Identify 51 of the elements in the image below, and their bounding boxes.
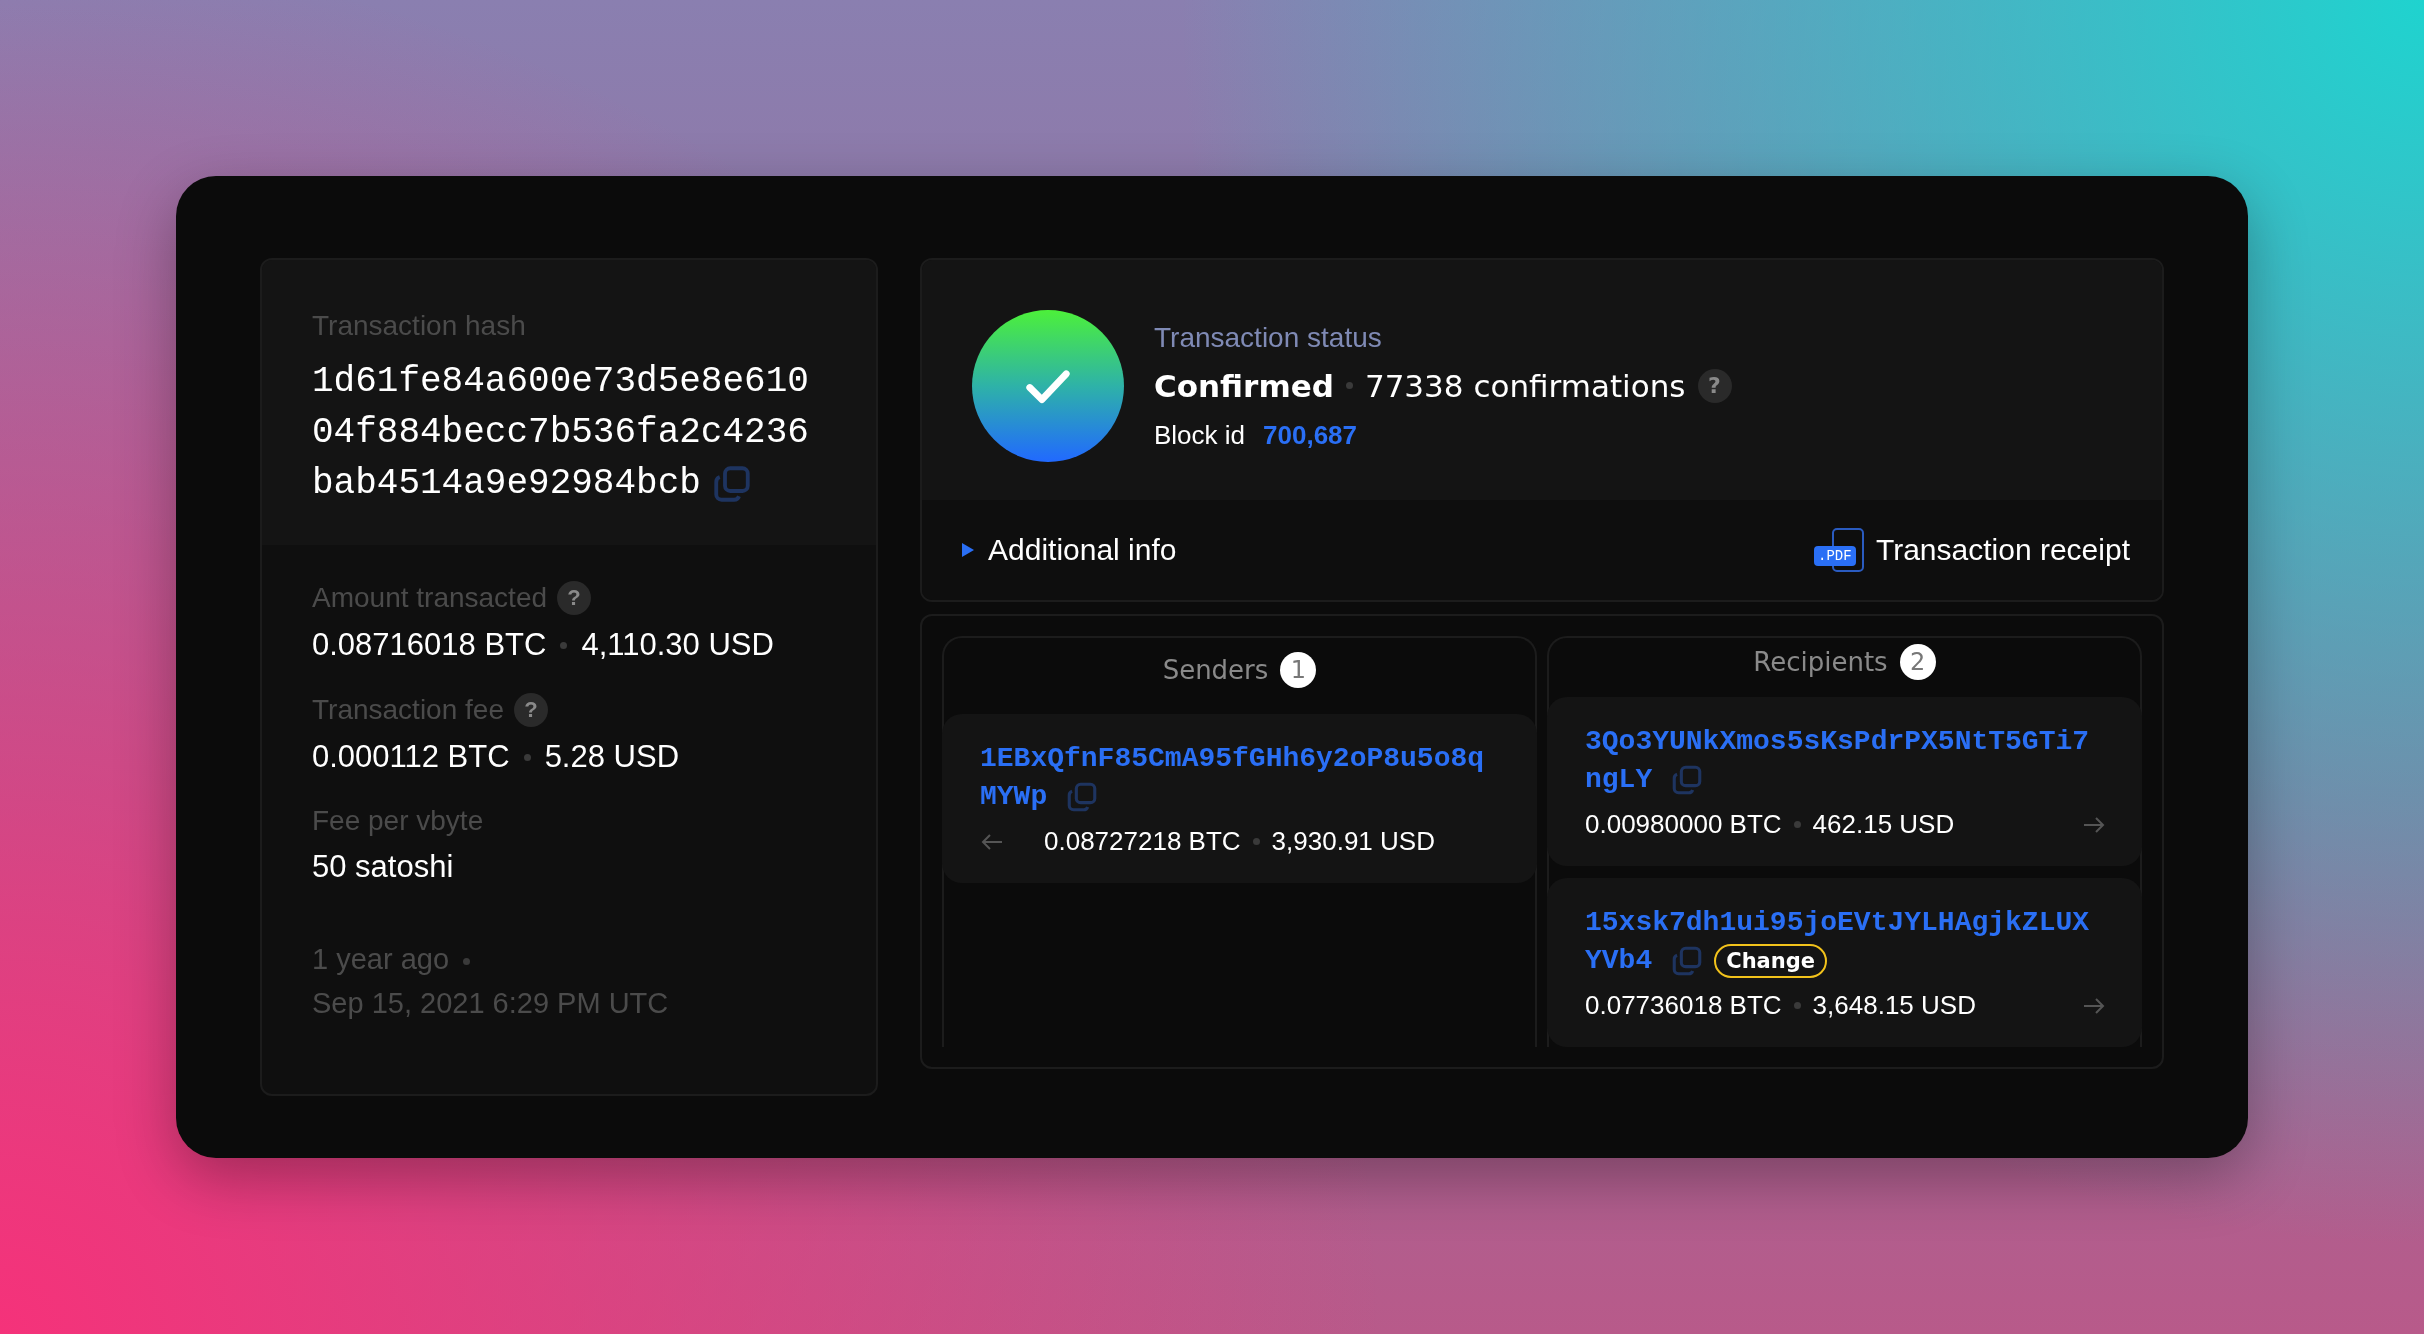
separator-dot [463,957,471,965]
status-label: Transaction status [1154,321,1383,354]
timestamp: Sep 15, 2021 6:29 PM UTC [312,987,669,1019]
transaction-hash: 1d61fe84a600e73d5e8e610 [312,360,809,404]
address-link[interactable]: 15xsk7dh1ui95joEVtJYLHAgjkZLUX [1585,904,2090,942]
count-badge: 2 [1899,643,1936,680]
additional-info-toggle[interactable]: Additional info [962,533,1177,567]
btc-amount: 0.08716018 BTC [312,627,547,663]
separator-dot [523,753,531,761]
usd-amount: 5.28 USD [544,739,680,775]
btc-amount: 0.07736018 BTC [1585,990,1782,1021]
count-badge: 1 [1280,652,1317,688]
field-label: Fee per vbyte [312,805,484,837]
address-link[interactable]: 1EBxQfnF85CmA95fGHh6y2oP8u5o8q [980,740,1485,778]
usd-amount: 462.15 USD [1812,809,1955,840]
address-link[interactable]: YVb4 [1585,942,1653,980]
transaction-hash: bab4514a9e92984bcb [312,462,701,506]
field-label: Amount transacted [312,582,548,614]
block-id-link[interactable]: 700,687 [1263,419,1358,451]
confirmations-count: 77338 confirmations [1364,367,1686,404]
address-link[interactable]: 3Qo3YUNkXmos5sKsPdrPX5NtT5GTi7 [1585,723,2090,761]
transaction-hash: 04f884becc7b536fa2c4236 [312,411,809,455]
transaction-receipt-button[interactable]: .PDF Transaction receipt [1814,528,2130,572]
address-link[interactable]: ngLY [1585,761,1653,799]
field-value: 50 satoshi [312,849,454,885]
check-circle-icon [972,310,1124,462]
btc-amount: 0.00980000 BTC [1585,809,1782,840]
help-icon[interactable]: ? [557,581,592,615]
column-title: Recipients [1753,646,1888,677]
change-tag: Change [1714,944,1827,978]
help-icon[interactable]: ? [513,693,548,727]
block-label: Block id [1154,419,1246,451]
right-arrow-icon [2082,995,2106,1016]
address-link[interactable]: MYWp [980,778,1048,816]
help-icon[interactable]: ? [1697,368,1732,403]
usd-amount: 3,930.91 USD [1271,826,1435,857]
usd-amount: 4,110.30 USD [581,627,774,663]
separator-dot [560,641,568,649]
field-label: Transaction fee [312,694,504,726]
usd-amount: 3,648.15 USD [1812,990,1976,1021]
separator-dot [1793,821,1801,828]
separator-dot [1793,1002,1801,1009]
right-arrow-icon [2082,814,2106,835]
btc-amount: 0.08727218 BTC [1044,826,1241,857]
status-value: Confirmed [1154,367,1334,404]
separator-dot [1252,838,1260,845]
left-arrow-icon [980,831,1004,852]
separator-dot [1345,382,1353,389]
relative-time: 1 year ago [312,943,450,975]
btc-amount: 0.000112 BTC [312,739,510,775]
column-title: Senders [1162,655,1269,685]
